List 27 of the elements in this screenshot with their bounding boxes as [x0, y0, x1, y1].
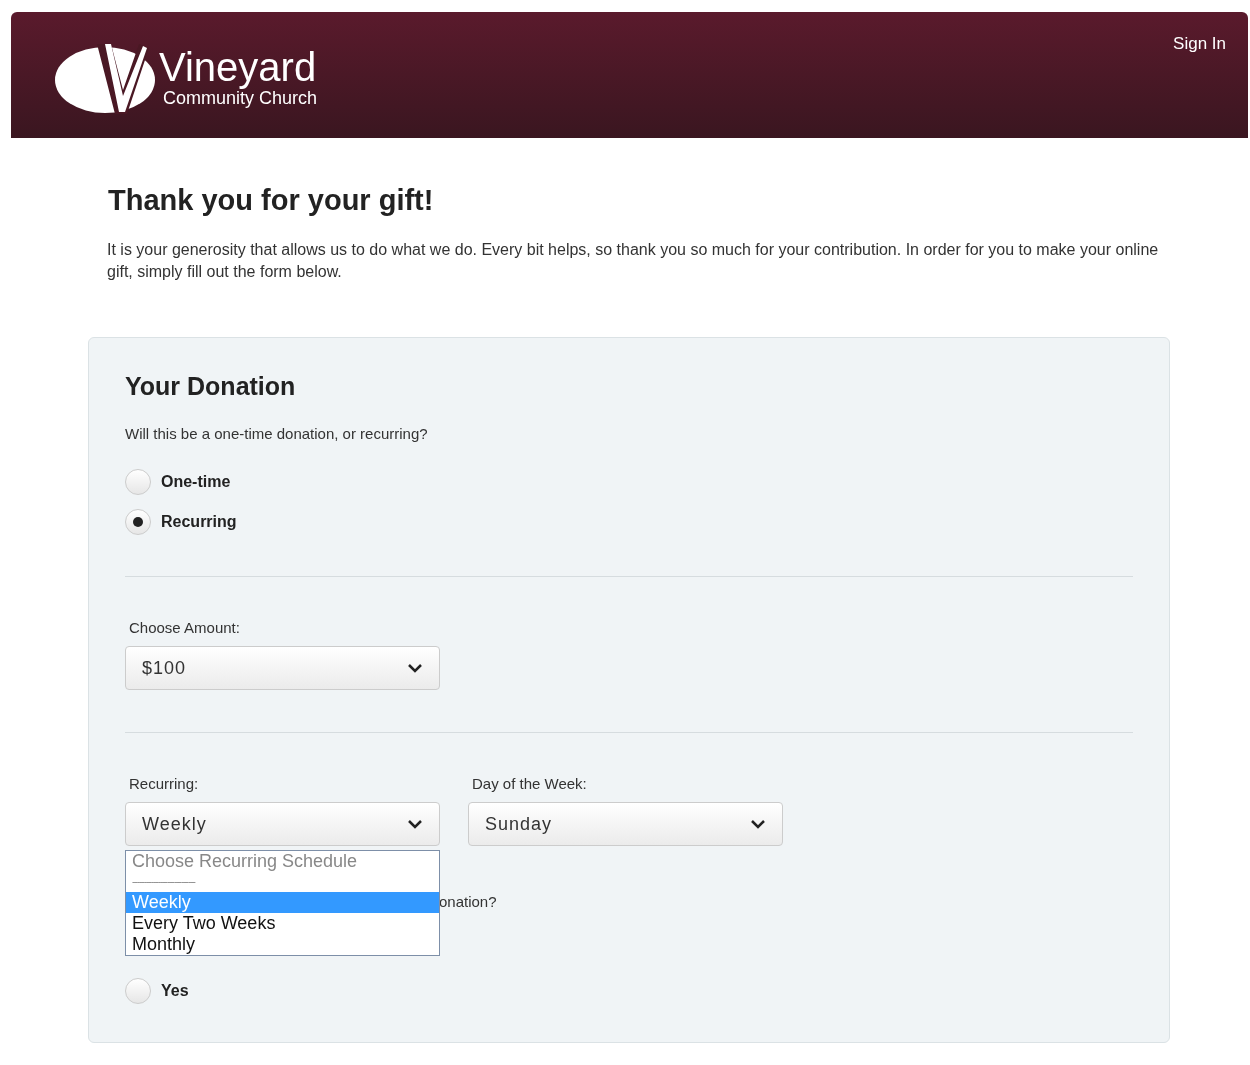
amount-select[interactable]: $100 — [125, 646, 440, 690]
radio-label: Recurring — [161, 513, 237, 531]
day-select[interactable]: Sunday — [468, 802, 783, 846]
chevron-down-icon — [407, 819, 423, 829]
sign-in-link[interactable]: Sign In — [1173, 34, 1226, 54]
menu-divider: --------------------------- — [131, 875, 197, 889]
field-label: Recurring: — [129, 775, 200, 792]
menu-option[interactable]: Every Two Weeks — [126, 913, 439, 934]
question-text: Will this be a one-time donation, or recurring? — [125, 425, 429, 442]
question-text: onation? — [439, 893, 498, 912]
intro-text: It is your generosity that allows us to do what we do. Every bit helps, so thank you so much for your contribution. In order for you to make your online gift, simply fill out the form below. — [107, 240, 1160, 282]
logo-title: Vineyard — [159, 46, 318, 88]
page-heading: Thank you for your gift! — [108, 184, 435, 217]
field-label: Choose Amount: — [129, 619, 241, 636]
chevron-down-icon — [750, 819, 766, 829]
field-label: Day of the Week: — [472, 775, 588, 792]
radio-label: One-time — [161, 473, 231, 491]
chevron-down-icon — [407, 663, 423, 673]
logo-subtitle: Community Church — [163, 88, 318, 108]
radio-button[interactable] — [125, 978, 151, 1004]
card-title: Your Donation — [125, 372, 297, 401]
menu-option: Choose Recurring Schedule — [126, 851, 439, 872]
radio-label: Yes — [161, 982, 189, 1000]
radio-button[interactable] — [125, 469, 151, 495]
recurring-select[interactable]: Weekly — [125, 802, 440, 846]
radio-button[interactable] — [125, 509, 151, 535]
menu-option[interactable]: Monthly — [126, 934, 439, 955]
